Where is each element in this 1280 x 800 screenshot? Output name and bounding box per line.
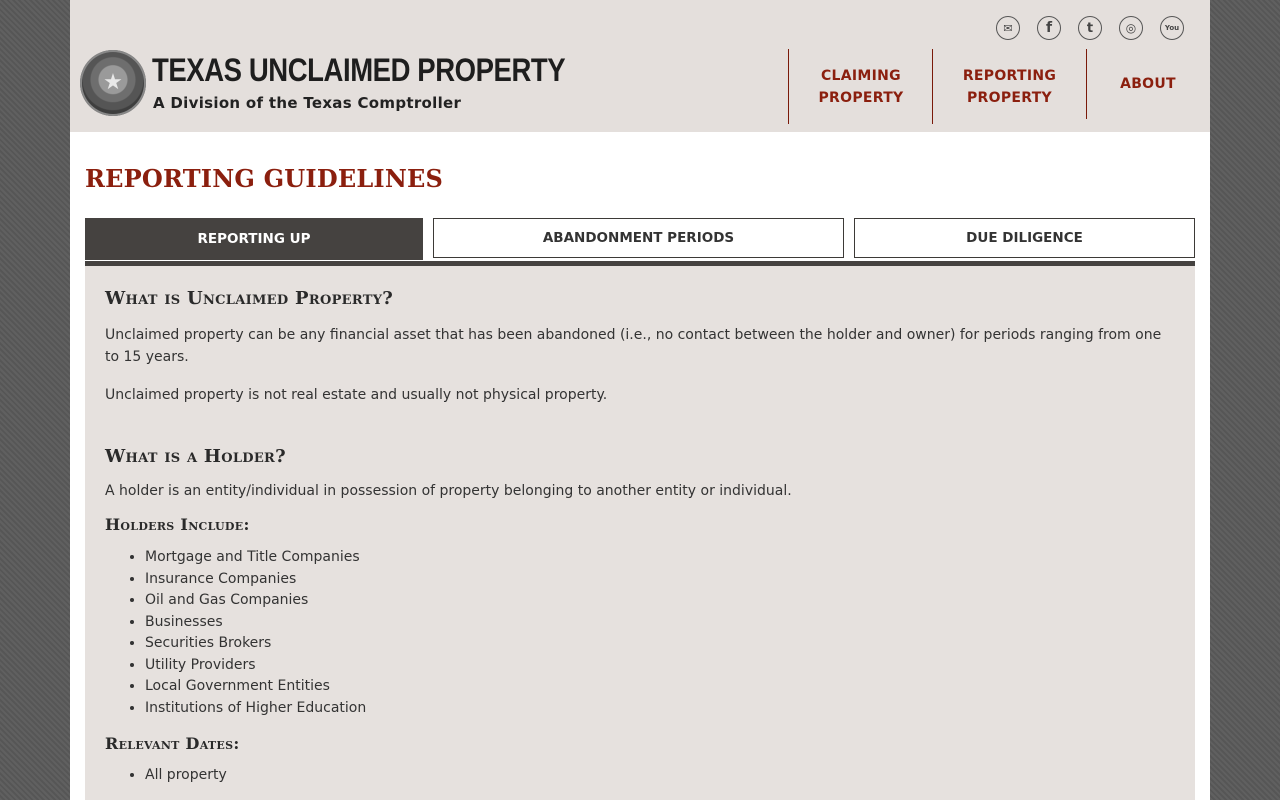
list-item: Institutions of Higher Education	[145, 698, 1175, 720]
paragraph: Unclaimed property can be any financial …	[105, 327, 1162, 365]
dates-list: All property	[105, 765, 1175, 787]
site-header: ★ TEXAS UNCLAIMED PROPERTY A Division of…	[70, 0, 1210, 132]
paragraph: A holder is an entity/individual in poss…	[105, 483, 792, 499]
paragraph: Unclaimed property is not real estate an…	[105, 387, 608, 403]
page-title: REPORTING GUIDELINES	[85, 164, 444, 193]
page: ★ TEXAS UNCLAIMED PROPERTY A Division of…	[70, 0, 1210, 800]
nav-reporting-line2: PROPERTY	[966, 89, 1052, 106]
nav-claiming-property[interactable]: CLAIMING PROPERTY	[788, 49, 933, 124]
holders-list: Mortgage and Title Companies Insurance C…	[105, 547, 1175, 719]
subheading-holders-include: Holders Include:	[105, 515, 250, 534]
subheading-relevant-dates: Relevant Dates:	[105, 734, 240, 753]
list-item: Oil and Gas Companies	[145, 590, 1175, 612]
tab-due-diligence[interactable]: DUE DILIGENCE	[854, 218, 1195, 258]
tab-abandonment-periods[interactable]: ABANDONMENT PERIODS	[433, 218, 844, 258]
list-item: Mortgage and Title Companies	[145, 547, 1175, 569]
nav-about[interactable]: ABOUT	[1086, 49, 1209, 119]
list-item: Insurance Companies	[145, 569, 1175, 591]
nav-reporting-line1: REPORTING	[962, 67, 1057, 84]
twitter-icon[interactable]: t	[1078, 16, 1102, 40]
tab-bar: REPORTING UP ABANDONMENT PERIODS DUE DIL…	[85, 218, 1195, 265]
comptroller-seal-icon: ★	[80, 50, 146, 116]
youtube-icon[interactable]: You	[1160, 16, 1184, 40]
section-heading-unclaimed-property: What is Unclaimed Property?	[105, 288, 394, 309]
logo-title: TEXAS UNCLAIMED PROPERTY	[152, 52, 566, 88]
list-item: Local Government Entities	[145, 676, 1175, 698]
nav-reporting-property[interactable]: REPORTING PROPERTY	[932, 49, 1086, 124]
nav-about-label: ABOUT	[1120, 76, 1176, 92]
nav-claiming-line1: CLAIMING	[820, 67, 901, 84]
email-icon[interactable]: ✉	[996, 16, 1020, 40]
list-item: Utility Providers	[145, 655, 1175, 677]
list-item: Businesses	[145, 612, 1175, 634]
tab-reporting-up[interactable]: REPORTING UP	[85, 218, 423, 260]
instagram-icon[interactable]: ◎	[1119, 16, 1143, 40]
site-logo[interactable]: ★ TEXAS UNCLAIMED PROPERTY A Division of…	[80, 50, 566, 120]
nav-claiming-line2: PROPERTY	[818, 89, 904, 106]
social-links: ✉ f t ◎ You	[996, 16, 1184, 40]
tab-panel-reporting-up: What is Unclaimed Property? Unclaimed pr…	[85, 266, 1195, 800]
list-item: Securities Brokers	[145, 633, 1175, 655]
panel-content: What is Unclaimed Property? Unclaimed pr…	[105, 288, 1175, 787]
section-heading-holder: What is a Holder?	[105, 446, 287, 467]
facebook-icon[interactable]: f	[1037, 16, 1061, 40]
list-item: All property	[145, 765, 1175, 787]
logo-subtitle: A Division of the Texas Comptroller	[153, 94, 462, 112]
